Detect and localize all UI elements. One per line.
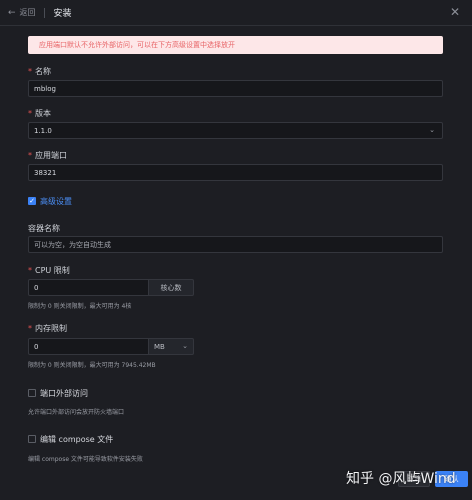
name-label-text: 名称 [35, 67, 51, 76]
port-label-text: 应用端口 [35, 151, 67, 160]
cpu-limit-hint: 限制为 0 则关闭限制，最大可用为 4核 [28, 303, 132, 310]
required-marker: * [28, 67, 32, 76]
required-marker: * [28, 109, 32, 118]
memory-limit-label: * 内存限制 [28, 323, 67, 334]
chevron-down-icon: ⌄ [429, 126, 435, 134]
cpu-limit-input[interactable]: 0 [28, 279, 149, 296]
container-name-input[interactable]: 可以为空，为空自动生成 [28, 236, 443, 253]
cpu-limit-label: * CPU 限制 [28, 265, 70, 276]
port-label: * 应用端口 [28, 150, 67, 161]
container-name-label: 容器名称 [28, 224, 60, 233]
edit-compose-label[interactable]: 编辑 compose 文件 [40, 434, 113, 445]
memory-limit-value: 0 [34, 342, 39, 351]
memory-unit-value: MB [154, 342, 165, 351]
container-name-placeholder: 可以为空，为空自动生成 [34, 240, 111, 249]
memory-limit-label-text: 内存限制 [35, 324, 67, 333]
advanced-settings-checkbox[interactable]: ✓ [28, 197, 36, 205]
watermark-text: 知乎 @风屿Wind [346, 471, 456, 487]
external-access-checkbox[interactable] [28, 389, 36, 397]
cpu-unit-addon: 核心数 [149, 279, 194, 296]
check-icon: ✓ [29, 197, 35, 205]
back-label: 返回 [19, 8, 36, 17]
drawer-header: ← 返回 安装 ✕ [0, 0, 472, 25]
back-button[interactable]: ← 返回 [8, 7, 36, 18]
port-input[interactable]: 38321 [28, 164, 443, 181]
header-divider-line [0, 25, 472, 26]
warning-alert: 应用端口默认不允许外部访问，可以在下方高级设置中选择放开 [28, 36, 443, 54]
page-title: 安装 [53, 9, 72, 19]
chevron-down-icon: ⌄ [182, 342, 188, 350]
cpu-limit-label-text: CPU 限制 [35, 266, 70, 275]
cpu-limit-value: 0 [34, 283, 39, 292]
arrow-left-icon: ← [8, 7, 16, 18]
required-marker: * [28, 151, 32, 160]
memory-unit-select[interactable]: MB ⌄ [149, 338, 194, 355]
version-select[interactable]: 1.1.0 ⌄ [28, 122, 443, 139]
close-icon[interactable]: ✕ [450, 5, 460, 19]
advanced-settings-label[interactable]: 高级设置 [40, 196, 72, 207]
edit-compose-hint: 编辑 compose 文件可能导致软件安装失败 [28, 456, 143, 463]
port-input-value: 38321 [34, 168, 57, 177]
version-label: * 版本 [28, 108, 51, 119]
header-divider [43, 7, 45, 18]
alert-text: 应用端口默认不允许外部访问，可以在下方高级设置中选择放开 [39, 41, 235, 49]
name-input[interactable]: mblog [28, 80, 443, 97]
version-select-value: 1.1.0 [34, 126, 52, 135]
name-label: * 名称 [28, 66, 51, 77]
edit-compose-checkbox[interactable] [28, 435, 36, 443]
memory-limit-input[interactable]: 0 [28, 338, 149, 355]
name-input-value: mblog [34, 84, 56, 93]
required-marker: * [28, 266, 32, 275]
required-marker: * [28, 324, 32, 333]
version-label-text: 版本 [35, 109, 51, 118]
external-access-hint: 允许端口外部访问会放开防火墙端口 [28, 409, 125, 416]
memory-limit-hint: 限制为 0 则关闭限制，最大可用为 7945.42MB [28, 362, 156, 369]
external-access-label[interactable]: 端口外部访问 [40, 388, 88, 399]
